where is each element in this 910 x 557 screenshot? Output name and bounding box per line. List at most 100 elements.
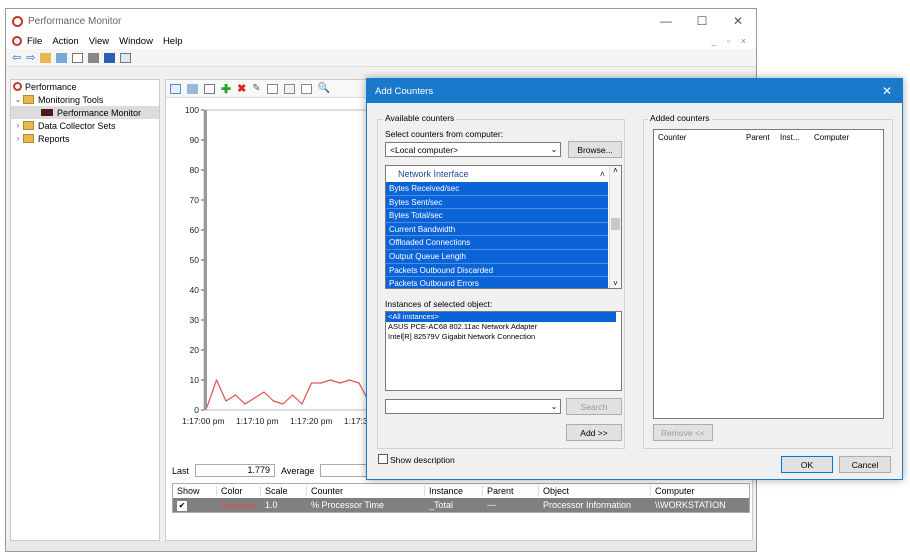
data-point [253,397,256,399]
col-color[interactable]: Color [217,486,261,496]
zoom-icon[interactable]: 🔍 [318,83,330,94]
scroll-up-icon[interactable]: ˄ [610,166,621,176]
mdi-controls[interactable]: _ ▫ × [712,36,750,46]
data-point [320,382,322,384]
color-swatch [221,504,257,507]
time-marker [204,110,207,410]
data-point [291,394,294,396]
col-parent[interactable]: Parent [483,486,539,496]
cancel-button[interactable]: Cancel [839,456,891,473]
system-menu-icon[interactable] [12,36,22,46]
show-description-checkbox[interactable] [378,454,388,464]
search-input[interactable]: ⌄ [385,399,561,414]
table-row[interactable]: ✔ 1.0 % Processor Time _Total --- Proces… [173,498,749,512]
y-tick-label: 20 [190,345,200,355]
properties-icon[interactable] [72,52,84,63]
chevron-down-icon[interactable]: ⌄ [548,145,560,154]
data-point [358,382,360,384]
col-computer[interactable]: Computer [814,133,874,142]
list-item[interactable]: <All instances> [386,312,616,322]
view-icon[interactable] [120,52,132,63]
help-icon[interactable] [104,52,116,63]
data-point [244,403,246,405]
counter-list-scrollbar[interactable]: ˄ ˅ [609,166,621,288]
menu-window[interactable]: Window [119,36,153,47]
col-counter[interactable]: Counter [307,486,425,496]
tree-item-performance[interactable]: Performance [11,80,159,93]
tree-item-reports[interactable]: › Reports [11,132,159,145]
up-folder-icon[interactable] [40,52,52,63]
list-item[interactable]: Intel[R] 82579V Gigabit Network Connecti… [386,332,621,342]
remove-button[interactable]: Remove << [653,424,713,441]
list-item[interactable]: Packets Outbound Discarded [386,263,608,278]
col-scale[interactable]: Scale [261,486,307,496]
chevron-down-icon[interactable]: ⌄ [13,95,23,104]
chevron-down-icon[interactable]: ⌄ [548,402,560,411]
highlight-icon[interactable]: ✎ [252,83,260,94]
tree-item-data-collector-sets[interactable]: › Data Collector Sets [11,119,159,132]
data-point [272,400,275,402]
tree-item-monitoring-tools[interactable]: ⌄ Monitoring Tools [11,93,159,106]
ok-button[interactable]: OK [781,456,833,473]
collapse-chevron-icon[interactable]: ˄ [600,169,605,179]
col-computer[interactable]: Computer [651,486,747,496]
main-toolbar: ⇦ ⇨ [6,49,756,67]
list-item[interactable]: Offloaded Connections [386,236,608,250]
properties-icon[interactable] [300,83,312,94]
status-bar [6,541,756,551]
maximize-button[interactable]: ☐ [684,14,720,28]
col-object[interactable]: Object [539,486,651,496]
list-item[interactable]: ASUS PCE-AC68 802.11ac Network Adapter [386,322,621,332]
col-instance[interactable]: Instance [425,486,483,496]
change-graph-type-icon[interactable] [204,83,215,94]
list-item[interactable]: Bytes Sent/sec [386,195,608,210]
search-button[interactable]: Search [566,398,622,415]
tree-item-label: Data Collector Sets [38,120,116,131]
list-item[interactable]: Bytes Received/sec [386,182,608,196]
minimize-button[interactable]: — [648,14,684,28]
view-log-data-icon[interactable] [187,83,198,94]
menu-file[interactable]: File [27,36,42,47]
y-tick-label: 90 [190,135,200,145]
added-counters-list[interactable]: Counter Parent Inst... Computer [653,129,884,419]
col-counter[interactable]: Counter [654,133,746,142]
tree-item-performance-monitor[interactable]: Performance Monitor [11,106,159,119]
average-label: Average [281,465,315,476]
view-current-activity-icon[interactable] [170,83,181,94]
show-checkbox[interactable]: ✔ [177,500,187,511]
list-item[interactable]: Current Bandwidth [386,222,608,237]
close-button[interactable]: ✕ [720,14,756,28]
dialog-close-button[interactable]: ✕ [872,84,902,98]
chevron-right-icon[interactable]: › [13,121,23,130]
paste-counter-list-icon[interactable] [283,83,295,94]
add-button[interactable]: Add >> [566,424,622,441]
list-item[interactable]: Output Queue Length [386,249,608,264]
col-instance[interactable]: Inst... [780,133,814,142]
plus-icon[interactable]: ✚ [221,82,231,96]
list-item[interactable]: Bytes Total/sec [386,209,608,223]
computer-select[interactable]: <Local computer> ⌄ [385,142,561,157]
available-counters-label: Available counters [383,113,457,123]
menu-help[interactable]: Help [163,36,183,47]
browse-button[interactable]: Browse... [568,141,622,158]
export-icon[interactable] [88,52,100,63]
added-list-header: Counter Parent Inst... Computer [654,130,883,144]
col-show[interactable]: Show [173,486,217,496]
object-header[interactable]: Network Interface ˄ [386,166,621,182]
data-point [263,391,265,393]
delete-icon[interactable]: ✖ [237,82,246,95]
col-parent[interactable]: Parent [746,133,780,142]
instances-list[interactable]: <All instances> ASUS PCE-AC68 802.11ac N… [385,311,622,391]
menu-action[interactable]: Action [52,36,78,47]
back-arrow-icon[interactable]: ⇦ [12,51,21,64]
title-bar: Performance Monitor — ☐ ✕ [6,9,756,33]
menu-view[interactable]: View [89,36,109,47]
forward-arrow-icon[interactable]: ⇨ [26,51,35,64]
counter-list[interactable]: Network Interface ˄ Bytes Received/sec B… [385,165,622,289]
show-hide-tree-icon[interactable] [56,52,68,63]
chevron-right-icon[interactable]: › [13,134,23,143]
copy-properties-icon[interactable] [266,83,278,94]
list-item[interactable]: Packets Outbound Errors [386,277,608,288]
scroll-thumb[interactable] [611,218,620,230]
scroll-down-icon[interactable]: ˅ [610,279,621,288]
